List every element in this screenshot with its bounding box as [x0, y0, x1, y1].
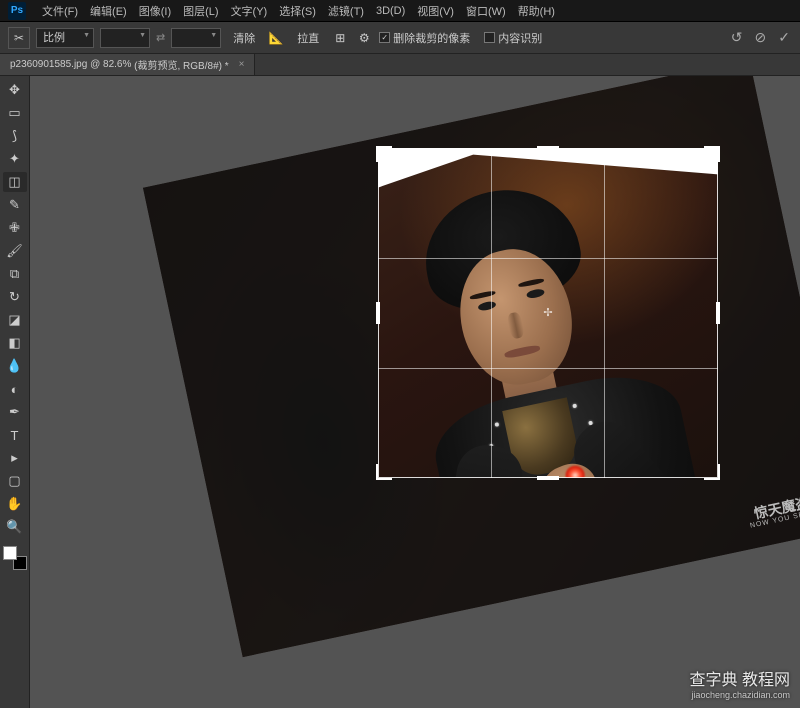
document-tab[interactable]: p2360901585.jpg @ 82.6% (裁剪预览, RGB/8#) *…	[0, 54, 255, 75]
menu-file[interactable]: 文件(F)	[36, 3, 84, 19]
shape-tool[interactable]: ▢	[3, 471, 27, 491]
close-tab-icon[interactable]: ×	[239, 59, 245, 70]
history-brush-tool[interactable]: ↻	[3, 287, 27, 307]
straighten-icon[interactable]: 📐	[267, 29, 285, 47]
crop-handle-bl[interactable]	[376, 464, 392, 480]
menu-type[interactable]: 文字(Y)	[225, 3, 274, 19]
document-zoom-value: 82.6%	[103, 59, 131, 70]
gradient-tool[interactable]: ◧	[3, 333, 27, 353]
crop-box[interactable]: ✢	[378, 148, 718, 478]
blur-tool[interactable]: 💧	[3, 356, 27, 376]
menu-help[interactable]: 帮助(H)	[512, 3, 561, 19]
reset-crop-icon[interactable]: ↺	[731, 29, 743, 46]
crop-handle-br[interactable]	[704, 464, 720, 480]
watermark-url: jiaocheng.chazidian.com	[690, 690, 790, 700]
crop-handle-bottom[interactable]	[537, 476, 559, 480]
checkbox-icon	[484, 32, 495, 43]
main-menubar: Ps 文件(F) 编辑(E) 图像(I) 图层(L) 文字(Y) 选择(S) 滤…	[0, 0, 800, 22]
delete-cropped-checkbox[interactable]: ✓ 删除裁剪的像素	[379, 30, 470, 46]
commit-crop-icon[interactable]: ✓	[778, 29, 790, 46]
options-bar: ✂ 比例 ⇄ 清除 📐 拉直 ⊞ ⚙ ✓ 删除裁剪的像素 内容识别 ↺ ⊘ ✓	[0, 22, 800, 54]
clear-ratio-button[interactable]: 清除	[227, 28, 261, 48]
crop-tool[interactable]: ◫	[3, 172, 27, 192]
brush-tool[interactable]: 🖌	[3, 241, 27, 261]
zoom-tool[interactable]: 🔍	[3, 517, 27, 537]
lasso-tool[interactable]: ⟆	[3, 126, 27, 146]
watermark: 查字典 教程网 jiaocheng.chazidian.com	[690, 666, 790, 700]
workspace: ✥ ▭ ⟆ ✦ ◫ ✎ ✙ 🖌 ⧉ ↻ ◪ ◧ 💧 ◐ ✒ T ▸ ▢ ✋ 🔍 …	[0, 76, 800, 708]
crop-handle-tr[interactable]	[704, 146, 720, 162]
menu-edit[interactable]: 编辑(E)	[84, 3, 133, 19]
crop-handle-left[interactable]	[376, 302, 380, 324]
dodge-tool[interactable]: ◐	[3, 379, 27, 399]
document-zoom: @	[87, 59, 103, 70]
ratio-preset-dropdown[interactable]: 比例	[36, 28, 94, 48]
path-select-tool[interactable]: ▸	[3, 448, 27, 468]
document-tabbar: p2360901585.jpg @ 82.6% (裁剪预览, RGB/8#) *…	[0, 54, 800, 76]
crop-tool-indicator-icon[interactable]: ✂	[8, 27, 30, 49]
menu-view[interactable]: 视图(V)	[411, 3, 460, 19]
watermark-brand: 查字典 教程网	[690, 666, 790, 690]
crop-handle-top[interactable]	[537, 146, 559, 150]
foreground-swatch[interactable]	[3, 546, 17, 560]
document-meta: (裁剪预览, RGB/8#) *	[134, 57, 228, 72]
clone-stamp-tool[interactable]: ⧉	[3, 264, 27, 284]
ratio-height-input[interactable]	[171, 28, 221, 48]
tools-panel: ✥ ▭ ⟆ ✦ ◫ ✎ ✙ 🖌 ⧉ ↻ ◪ ◧ 💧 ◐ ✒ T ▸ ▢ ✋ 🔍	[0, 76, 30, 708]
canvas-area[interactable]: 惊天魔盗团2 NOW YOU SEE ME 2	[30, 76, 800, 708]
delete-cropped-label: 删除裁剪的像素	[393, 30, 470, 46]
menu-filter[interactable]: 滤镜(T)	[322, 3, 370, 19]
hand-tool[interactable]: ✋	[3, 494, 27, 514]
straighten-button[interactable]: 拉直	[291, 28, 325, 48]
eyedropper-tool[interactable]: ✎	[3, 195, 27, 215]
ratio-width-input[interactable]	[100, 28, 150, 48]
menu-select[interactable]: 选择(S)	[273, 3, 322, 19]
menu-window[interactable]: 窗口(W)	[460, 3, 512, 19]
document-filename: p2360901585.jpg	[10, 59, 87, 70]
marquee-tool[interactable]: ▭	[3, 103, 27, 123]
type-tool[interactable]: T	[3, 425, 27, 445]
crop-handle-tl[interactable]	[376, 146, 392, 162]
content-aware-checkbox[interactable]: 内容识别	[484, 30, 542, 46]
app-logo-icon: Ps	[8, 2, 26, 20]
overlay-grid-icon[interactable]: ⊞	[331, 29, 349, 47]
menu-layer[interactable]: 图层(L)	[177, 3, 224, 19]
artboard: 惊天魔盗团2 NOW YOU SEE ME 2	[106, 88, 746, 678]
menu-3d[interactable]: 3D(D)	[370, 5, 411, 17]
content-aware-label: 内容识别	[498, 30, 542, 46]
crop-center-icon: ✢	[542, 307, 554, 319]
pen-tool[interactable]: ✒	[3, 402, 27, 422]
magic-wand-tool[interactable]: ✦	[3, 149, 27, 169]
menu-image[interactable]: 图像(I)	[133, 3, 177, 19]
crop-grid-line	[378, 258, 718, 259]
crop-handle-right[interactable]	[716, 302, 720, 324]
crop-grid-line	[604, 148, 605, 478]
color-swatches[interactable]	[3, 546, 27, 570]
cancel-crop-icon[interactable]: ⊘	[755, 29, 767, 46]
healing-brush-tool[interactable]: ✙	[3, 218, 27, 238]
move-tool[interactable]: ✥	[3, 80, 27, 100]
crop-options-gear-icon[interactable]: ⚙	[355, 29, 373, 47]
eraser-tool[interactable]: ◪	[3, 310, 27, 330]
crop-grid-line	[491, 148, 492, 478]
checkbox-icon: ✓	[379, 32, 390, 43]
crop-grid-line	[378, 368, 718, 369]
swap-dimensions-icon[interactable]: ⇄	[156, 31, 165, 44]
